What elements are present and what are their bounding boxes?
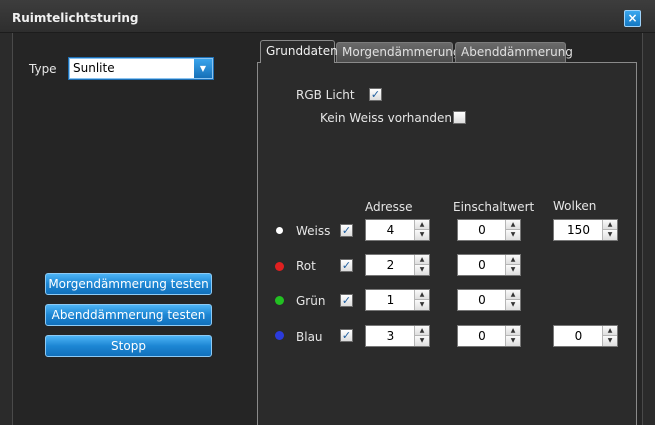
address-stepper-rot[interactable]: 2 ▲ ▼ xyxy=(365,254,430,276)
spin-up-icon[interactable]: ▲ xyxy=(506,220,520,230)
no-white-label: Kein Weiss vorhanden xyxy=(320,111,452,125)
type-select[interactable]: Sunlite ▼ xyxy=(68,57,214,80)
address-value-gruen[interactable]: 1 xyxy=(366,290,415,310)
switch-on-value-blau[interactable]: 0 xyxy=(458,326,506,346)
spin-up-icon[interactable]: ▲ xyxy=(415,290,429,300)
title-bar: Ruimtelichtsturing × xyxy=(0,0,655,33)
switch-on-stepper-gruen[interactable]: 0 ▲ ▼ xyxy=(457,289,521,311)
check-icon: ✓ xyxy=(341,294,352,307)
spin-down-icon[interactable]: ▼ xyxy=(415,265,429,275)
switch-on-value-gruen[interactable]: 0 xyxy=(458,290,506,310)
address-value-rot[interactable]: 2 xyxy=(366,255,415,275)
address-stepper-gruen[interactable]: 1 ▲ ▼ xyxy=(365,289,430,311)
switch-on-value-weiss[interactable]: 0 xyxy=(458,220,506,240)
type-label: Type xyxy=(29,62,57,76)
close-button[interactable]: × xyxy=(624,10,641,27)
switch-on-stepper-blau[interactable]: 0 ▲ ▼ xyxy=(457,325,521,347)
no-white-checkbox[interactable] xyxy=(453,111,466,124)
spin-down-icon[interactable]: ▼ xyxy=(603,336,617,346)
blue-channel-dot xyxy=(275,331,284,340)
spin-up-icon[interactable]: ▲ xyxy=(506,326,520,336)
channel-label-rot: Rot xyxy=(296,259,316,273)
spin-down-icon[interactable]: ▼ xyxy=(415,300,429,310)
spin-down-icon[interactable]: ▼ xyxy=(506,265,520,275)
channel-label-gruen: Grün xyxy=(296,294,326,308)
check-icon: ✓ xyxy=(341,224,352,237)
spin-down-icon[interactable]: ▼ xyxy=(506,336,520,346)
tab-abenddaemmerung[interactable]: Abenddämmerung xyxy=(455,42,573,62)
tab-morgendaemmerung[interactable]: Morgendämmerung xyxy=(336,42,461,62)
spin-down-icon[interactable]: ▼ xyxy=(506,230,520,240)
clouds-value-blau[interactable]: 0 xyxy=(554,326,603,346)
check-icon: ✓ xyxy=(341,259,352,272)
column-header-address: Adresse xyxy=(365,200,413,214)
channel-checkbox-weiss[interactable]: ✓ xyxy=(340,224,353,237)
channel-checkbox-blau[interactable]: ✓ xyxy=(340,329,353,342)
switch-on-stepper-weiss[interactable]: 0 ▲ ▼ xyxy=(457,219,521,241)
test-evening-button[interactable]: Abenddämmerung testen xyxy=(45,304,212,326)
clouds-value-weiss[interactable]: 150 xyxy=(554,220,603,240)
spin-up-icon[interactable]: ▲ xyxy=(506,255,520,265)
white-channel-dot xyxy=(276,227,283,234)
spin-down-icon[interactable]: ▼ xyxy=(506,300,520,310)
address-stepper-weiss[interactable]: 4 ▲ ▼ xyxy=(365,219,430,241)
spin-down-icon[interactable]: ▼ xyxy=(603,230,617,240)
type-select-value: Sunlite xyxy=(73,61,115,75)
green-channel-dot xyxy=(275,296,284,305)
spin-down-icon[interactable]: ▼ xyxy=(415,230,429,240)
address-value-weiss[interactable]: 4 xyxy=(366,220,415,240)
column-header-switch-on: Einschaltwert xyxy=(453,200,535,214)
channel-checkbox-gruen[interactable]: ✓ xyxy=(340,294,353,307)
spin-up-icon[interactable]: ▲ xyxy=(506,290,520,300)
dropdown-button[interactable]: ▼ xyxy=(194,59,212,78)
clouds-stepper-blau[interactable]: 0 ▲ ▼ xyxy=(553,325,618,347)
red-channel-dot xyxy=(275,262,284,271)
spin-up-icon[interactable]: ▲ xyxy=(603,326,617,336)
switch-on-stepper-rot[interactable]: 0 ▲ ▼ xyxy=(457,254,521,276)
chevron-down-icon: ▼ xyxy=(199,64,207,73)
window-title: Ruimtelichtsturing xyxy=(12,11,139,25)
rgb-light-checkbox[interactable]: ✓ xyxy=(369,88,382,101)
spin-up-icon[interactable]: ▲ xyxy=(415,220,429,230)
spin-up-icon[interactable]: ▲ xyxy=(415,326,429,336)
tab-grunddaten[interactable]: Grunddaten xyxy=(260,40,338,63)
check-icon: ✓ xyxy=(370,88,381,101)
channel-label-blau: Blau xyxy=(296,330,323,344)
check-icon: ✓ xyxy=(341,329,352,342)
channel-checkbox-rot[interactable]: ✓ xyxy=(340,259,353,272)
switch-on-value-rot[interactable]: 0 xyxy=(458,255,506,275)
rgb-light-label: RGB Licht xyxy=(296,88,355,102)
close-icon: × xyxy=(627,11,638,25)
spin-up-icon[interactable]: ▲ xyxy=(415,255,429,265)
spin-up-icon[interactable]: ▲ xyxy=(603,220,617,230)
stop-button[interactable]: Stopp xyxy=(45,335,212,357)
channel-label-weiss: Weiss xyxy=(296,224,331,238)
column-header-clouds: Wolken xyxy=(553,199,597,213)
test-morning-button[interactable]: Morgendämmerung testen xyxy=(45,273,212,295)
address-value-blau[interactable]: 3 xyxy=(366,326,415,346)
clouds-stepper-weiss[interactable]: 150 ▲ ▼ xyxy=(553,219,618,241)
address-stepper-blau[interactable]: 3 ▲ ▼ xyxy=(365,325,430,347)
spin-down-icon[interactable]: ▼ xyxy=(415,336,429,346)
